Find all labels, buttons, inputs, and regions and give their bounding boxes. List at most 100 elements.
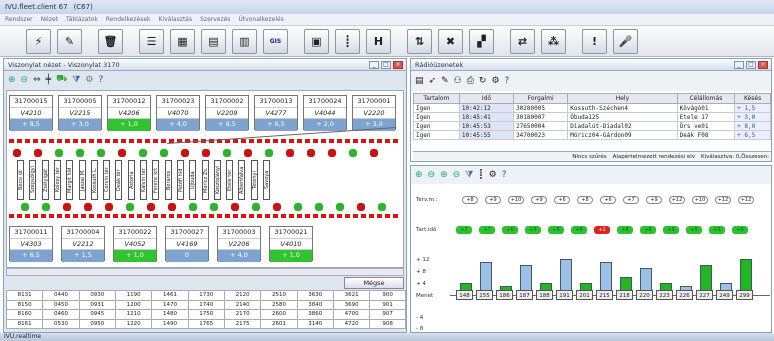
grid-cell[interactable]: 3140 xyxy=(296,318,334,329)
trash-icon[interactable]: 🗑 xyxy=(98,28,123,54)
stop-box[interactable]: 31700012 V4206 + 1,0 xyxy=(107,95,151,131)
grid-cell[interactable]: 8160 xyxy=(5,309,44,320)
settings-icon[interactable]: ⚙ xyxy=(85,75,93,85)
horizontal-scrollbar[interactable] xyxy=(6,268,404,276)
fit-view-icon[interactable]: ⇔ xyxy=(33,75,41,85)
grid-cell[interactable]: 0460 xyxy=(42,309,80,320)
grid-cell[interactable]: 3630 xyxy=(296,290,334,301)
stop-box[interactable]: 31700002 V2209 + 9,5 xyxy=(205,95,249,131)
inbox-icon[interactable]: ▤ xyxy=(415,76,424,86)
help-icon[interactable]: ? xyxy=(99,75,104,85)
menu-item[interactable]: Szervezés xyxy=(200,16,230,23)
vehicle-marker[interactable] xyxy=(42,203,50,211)
grid-cell[interactable]: 900 xyxy=(369,290,406,301)
group-icon[interactable]: ⚇ xyxy=(454,76,462,86)
stop-box[interactable]: 31700003 V2206 + 4,0 xyxy=(217,226,261,262)
grid-cell[interactable]: 2120 xyxy=(223,290,262,301)
trip-number[interactable]: 215 xyxy=(596,290,613,300)
menu-item[interactable]: Útvonalkezelés xyxy=(238,16,283,23)
vehicle-marker[interactable] xyxy=(84,203,92,211)
settings-icon[interactable]: ⚙ xyxy=(489,170,497,180)
settings-icon[interactable]: ⚙ xyxy=(491,76,499,86)
vehicles-icon[interactable]: ⛟ xyxy=(56,74,67,85)
split-icon[interactable]: ╪ xyxy=(46,75,51,85)
close-button[interactable]: × xyxy=(393,60,403,69)
route-line-icon[interactable]: ┋ xyxy=(335,28,360,54)
grid-cell[interactable]: 3840 xyxy=(296,299,334,310)
trip-number[interactable]: 227 xyxy=(696,290,713,300)
trip-number[interactable]: 201 xyxy=(576,290,593,300)
minimize-button[interactable]: _ xyxy=(734,60,744,69)
column-header[interactable]: Késés xyxy=(734,93,771,104)
maximize-button[interactable]: □ xyxy=(381,60,391,69)
grid-cell[interactable]: 8131 xyxy=(5,290,44,301)
vehicle-marker[interactable] xyxy=(252,203,260,211)
radio-row[interactable]: Igen 10:45:55 34700023 Móricz04-Gárdon09 Deá… xyxy=(413,130,771,140)
vehicle-marker[interactable] xyxy=(286,149,294,157)
vehicle-marker[interactable] xyxy=(307,149,315,157)
trip-number[interactable]: 191 xyxy=(556,290,573,300)
grid-cell[interactable]: 1490 xyxy=(151,318,189,329)
stop-box[interactable]: 31700005 V2215 + 3,0 xyxy=(58,95,102,131)
zoom-in-icon[interactable]: ⊕ xyxy=(8,75,16,85)
vehicle-marker[interactable] xyxy=(294,203,302,211)
vehicle-marker[interactable] xyxy=(63,203,71,211)
grid-cell[interactable]: 2510 xyxy=(260,290,298,301)
chart-view-icon[interactable]: ▥ xyxy=(232,28,257,54)
grid-cell[interactable]: 1740 xyxy=(187,299,225,310)
grid-cell[interactable]: 2601 xyxy=(260,318,298,329)
grid-cell[interactable]: 3690 xyxy=(332,299,371,310)
vehicle-marker[interactable] xyxy=(126,203,134,211)
stop-box[interactable]: 31700024 V4044 + 2,0 xyxy=(303,95,347,131)
network-icon[interactable]: ⁂ xyxy=(541,28,566,54)
grid-cell[interactable]: 0945 xyxy=(78,309,116,320)
vehicle-marker[interactable] xyxy=(336,203,344,211)
vehicle-marker[interactable] xyxy=(189,203,197,211)
grid-cell[interactable]: 2600 xyxy=(260,309,298,320)
list-view-icon[interactable]: ☰ xyxy=(139,28,164,54)
vehicle-marker[interactable] xyxy=(244,149,252,157)
grid-cell[interactable]: 2140 xyxy=(223,299,262,310)
table-view-icon[interactable]: ▦ xyxy=(170,28,195,54)
grid-cell[interactable]: 0931 xyxy=(78,299,116,310)
grid-cell[interactable]: 0930 xyxy=(78,290,116,301)
vehicle-marker[interactable] xyxy=(105,203,113,211)
grid-cell[interactable]: 1190 xyxy=(114,290,153,301)
help-icon[interactable]: ? xyxy=(502,170,507,180)
column-header[interactable]: Hely xyxy=(567,93,678,104)
stop-box[interactable]: 31700023 V4070 + 4,0 xyxy=(156,95,200,131)
vehicle-marker[interactable] xyxy=(34,149,42,157)
filter-icon[interactable]: ⧩ xyxy=(72,75,80,85)
vehicle-marker[interactable] xyxy=(147,203,155,211)
grid-cell[interactable]: 1470 xyxy=(151,299,189,310)
radio-row[interactable]: Igen 10:45:41 30180007 Óbuda125 Etele 17 + 3,… xyxy=(413,112,771,122)
print-icon[interactable]: ⎙ xyxy=(467,76,474,86)
refresh-icon[interactable]: ↻ xyxy=(479,76,487,86)
grid-cell[interactable]: 1200 xyxy=(114,299,153,310)
trip-number[interactable]: 188 xyxy=(536,290,553,300)
vehicle-marker[interactable] xyxy=(97,149,105,157)
menu-item[interactable]: Rendelkezések xyxy=(106,16,151,23)
trip-number[interactable]: 299 xyxy=(736,290,753,300)
grid-cell[interactable]: 2175 xyxy=(223,318,262,329)
vehicle-marker[interactable] xyxy=(21,203,29,211)
vehicle-marker[interactable] xyxy=(273,203,281,211)
alert-bubble-icon[interactable]: ! xyxy=(582,28,607,54)
headway-h-icon[interactable]: H xyxy=(366,28,391,54)
stop-box[interactable]: 31700013 V4277 + 6,5 xyxy=(254,95,298,131)
grid-cell[interactable]: 3621 xyxy=(332,290,371,301)
send-icon[interactable]: ➶ xyxy=(429,76,437,86)
grid-cell[interactable]: 907 xyxy=(369,309,406,320)
zoom-in-icon[interactable]: ⊕ xyxy=(415,170,423,180)
grid-cell[interactable]: 0950 xyxy=(78,318,116,329)
grid-cell[interactable]: 1210 xyxy=(114,309,153,320)
trip-number[interactable]: 223 xyxy=(656,290,673,300)
vertical-line-icon[interactable]: ┋ xyxy=(478,170,483,180)
cancel-x-icon[interactable]: ✖ xyxy=(438,28,463,54)
grid-cell[interactable]: 4720 xyxy=(332,318,371,329)
vehicle-marker[interactable] xyxy=(265,149,273,157)
stop-box[interactable]: 31700021 V4010 + 1,0 xyxy=(269,226,313,262)
maximize-button[interactable]: □ xyxy=(746,60,756,69)
stop-box[interactable]: 31700001 V2220 + 3,0 xyxy=(352,95,396,131)
grid-cell[interactable]: 4700 xyxy=(332,309,371,320)
